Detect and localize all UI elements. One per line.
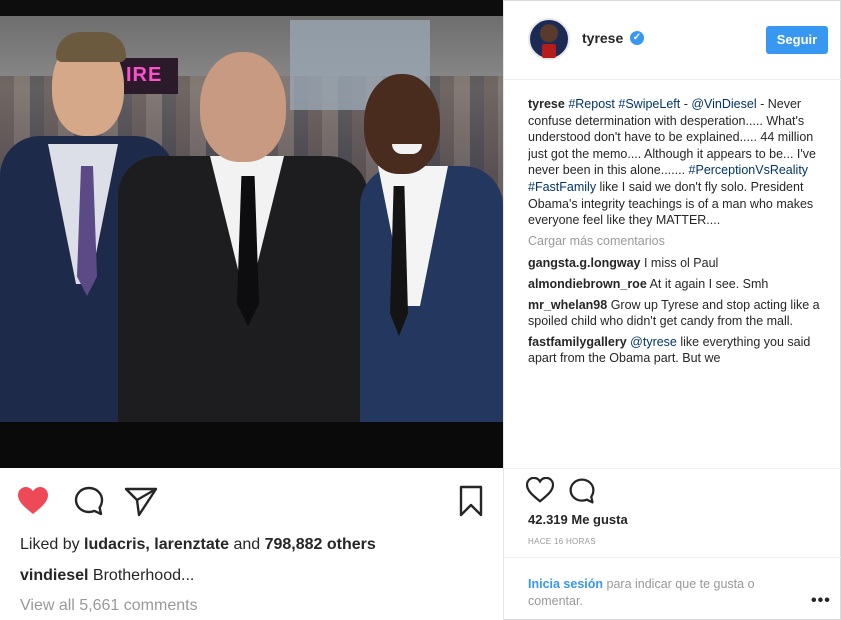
header-username[interactable]: tyrese — [582, 30, 623, 46]
panel-header: tyrese ✓ Seguir — [504, 0, 841, 80]
comment-username[interactable]: gangsta.g.longway — [528, 256, 641, 270]
caption-sep: - — [680, 97, 692, 111]
panel-actions — [504, 468, 841, 512]
avatar[interactable] — [528, 18, 570, 60]
photo-top-strip — [0, 0, 503, 16]
heart-filled-icon[interactable] — [16, 484, 50, 518]
caption-comment: tyrese #Repost #SwipeLeft - @VinDiesel -… — [528, 96, 828, 229]
comment-username[interactable]: almondiebrown_roe — [528, 277, 647, 291]
login-prompt: Inicia sesión para indicar que te gusta … — [528, 576, 808, 610]
comment-bubble-icon[interactable] — [568, 477, 596, 505]
heart-outline-icon[interactable] — [525, 476, 555, 505]
view-all-comments-link[interactable]: View all 5,661 comments — [20, 597, 198, 615]
bookmark-icon[interactable] — [454, 484, 488, 518]
comment-username[interactable]: fastfamilygallery — [528, 335, 627, 349]
liked-by-prefix: Liked by — [20, 536, 85, 553]
likes-count[interactable]: 42.319 Me gusta — [528, 512, 628, 527]
caption-text: Brotherhood... — [88, 567, 195, 584]
list-item: almondiebrown_roe At it again I see. Smh — [528, 276, 828, 293]
mention-link[interactable]: @tyrese — [630, 335, 677, 349]
hashtag-link[interactable]: #SwipeLeft — [618, 97, 680, 111]
hashtag-link[interactable]: #Repost — [568, 97, 615, 111]
post-photo[interactable]: IRE — [0, 0, 503, 468]
liked-by-and: and — [229, 536, 265, 553]
verified-check-icon: ✓ — [630, 31, 644, 45]
list-item: gangsta.g.longway I miss ol Paul — [528, 255, 828, 272]
post-caption: vindiesel Brotherhood... — [20, 567, 194, 585]
comment-username[interactable]: tyrese — [528, 97, 565, 111]
liked-by-users[interactable]: ludacris, larenztate — [84, 536, 229, 553]
post-image: IRE — [0, 16, 503, 422]
liked-by-line: Liked by ludacris, larenztate and 798,88… — [20, 536, 376, 554]
photo-bottom-strip — [0, 422, 503, 468]
list-item: mr_whelan98 Grow up Tyrese and stop acti… — [528, 297, 828, 330]
comment-username[interactable]: mr_whelan98 — [528, 298, 607, 312]
mention-link[interactable]: @VinDiesel — [691, 97, 756, 111]
liked-by-others[interactable]: 798,882 others — [265, 536, 376, 553]
caption-username[interactable]: vindiesel — [20, 567, 88, 584]
load-more-comments-link[interactable]: Cargar más comentarios — [528, 233, 828, 250]
hashtag-link[interactable]: #PerceptionVsReality — [689, 163, 809, 177]
comment-text: At it again I see. Smh — [646, 276, 769, 291]
paper-plane-icon[interactable] — [124, 484, 158, 518]
comments-list: tyrese #Repost #SwipeLeft - @VinDiesel -… — [528, 96, 828, 460]
comment-bubble-icon[interactable] — [72, 484, 106, 518]
post-actions — [0, 468, 503, 536]
list-item: fastfamilygallery @tyrese like everythin… — [528, 334, 828, 367]
comment-text: I miss ol Paul — [640, 256, 719, 271]
more-dots-icon[interactable]: ••• — [811, 592, 831, 610]
hashtag-link[interactable]: #FastFamily — [528, 180, 596, 194]
follow-button[interactable]: Seguir — [766, 26, 828, 54]
login-link[interactable]: Inicia sesión — [528, 577, 603, 591]
post-timestamp: HACE 16 HORAS — [528, 537, 596, 546]
background-sign: IRE — [118, 58, 178, 94]
panel-divider — [503, 0, 504, 620]
